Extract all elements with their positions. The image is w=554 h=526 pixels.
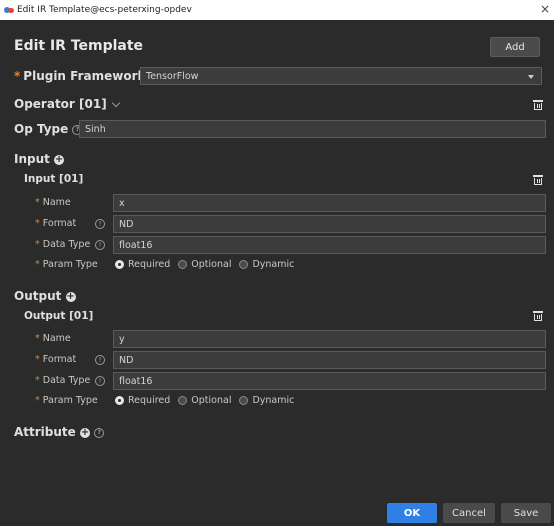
input-name-value: x [119,197,125,209]
help-icon[interactable]: ? [95,240,105,250]
input-section-header: Input + [14,152,65,166]
output-name-value: y [119,333,125,345]
add-button[interactable]: Add [490,37,540,57]
operator-label: Operator [01] [14,97,107,111]
input-param-label: * Param Type [35,259,98,270]
chevron-down-icon[interactable] [111,98,120,108]
delete-operator-icon[interactable] [533,100,543,111]
op-type-text: Op Type [14,122,69,136]
radio-required[interactable]: Required [115,395,170,406]
plugin-framework-select[interactable]: TensorFlow [140,67,542,85]
delete-input-icon[interactable] [533,175,543,186]
output-format-label: * Format [35,354,77,365]
page-title: Edit IR Template [14,38,144,54]
add-attribute-icon[interactable]: + [80,427,90,438]
radio-dynamic[interactable]: Dynamic [239,259,294,270]
output-param-label: * Param Type [35,395,98,406]
output-dtype-value: float16 [119,375,153,387]
help-icon[interactable]: ? [95,219,105,229]
op-type-label: Op Type ? [14,122,83,136]
output-item-label: Output [01] [24,310,94,322]
save-button[interactable]: Save [501,503,551,523]
attribute-section-header: Attribute + ? [14,425,105,439]
radio-dynamic[interactable]: Dynamic [239,395,294,406]
help-icon[interactable]: ? [95,376,105,386]
input-format-value: ND [119,218,134,230]
input-item-label: Input [01] [24,173,84,185]
input-section-label: Input [14,152,50,166]
input-dtype-value: float16 [119,239,153,251]
input-format-label: * Format [35,218,77,229]
output-name-label: * Name [35,333,71,344]
radio-optional[interactable]: Optional [178,395,231,406]
output-section-header: Output + [14,289,76,303]
delete-output-icon[interactable] [533,311,543,322]
output-name-field[interactable]: y [113,330,546,348]
cancel-button[interactable]: Cancel [443,503,495,523]
help-icon[interactable]: ? [94,427,105,438]
close-icon[interactable]: × [540,2,550,16]
input-name-label: * Name [35,197,71,208]
ok-button[interactable]: OK [387,503,437,523]
output-section-label: Output [14,289,62,303]
help-icon[interactable]: ? [95,355,105,365]
operator-header[interactable]: Operator [01] [14,97,120,111]
output-param-radio-group: Required Optional Dynamic [115,395,302,406]
required-marker: * [14,69,21,83]
window-titlebar: Edit IR Template@ecs-peterxing-opdev × [0,0,554,20]
plugin-framework-text: Plugin Framework [23,69,146,83]
plugin-framework-value: TensorFlow [146,70,199,82]
radio-required[interactable]: Required [115,259,170,270]
op-type-input[interactable]: Sinh [79,120,546,138]
output-format-field[interactable]: ND [113,351,546,369]
add-input-icon[interactable]: + [54,154,65,165]
input-name-field[interactable]: x [113,194,546,212]
add-output-icon[interactable]: + [65,291,76,302]
window-title: Edit IR Template@ecs-peterxing-opdev [17,5,192,15]
input-dtype-field[interactable]: float16 [113,236,546,254]
chevron-down-icon [528,75,534,79]
output-dtype-label: * Data Type [35,375,91,386]
app-logo-icon [4,6,14,14]
input-dtype-label: * Data Type [35,239,91,250]
output-format-value: ND [119,354,134,366]
input-param-radio-group: Required Optional Dynamic [115,259,302,270]
input-format-field[interactable]: ND [113,215,546,233]
plugin-framework-label: * Plugin Framework [14,69,145,83]
radio-optional[interactable]: Optional [178,259,231,270]
attribute-label: Attribute [14,425,76,439]
op-type-value: Sinh [85,123,106,135]
output-dtype-field[interactable]: float16 [113,372,546,390]
